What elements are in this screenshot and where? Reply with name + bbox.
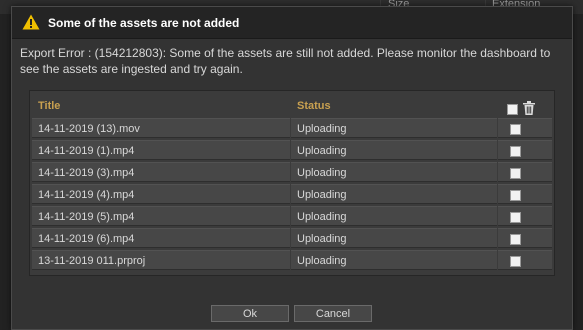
row-title: 14-11-2019 (1).mp4 xyxy=(32,140,290,160)
table-row: 14-11-2019 (3).mp4 Uploading xyxy=(30,161,554,183)
table-row: 14-11-2019 (1).mp4 Uploading xyxy=(30,139,554,161)
row-checkbox-cell xyxy=(498,184,552,204)
column-header-title: Title xyxy=(38,100,61,112)
select-all-checkbox[interactable] xyxy=(507,104,518,115)
row-title: 14-11-2019 (3).mp4 xyxy=(32,162,290,182)
dialog-titlebar: Some of the assets are not added xyxy=(12,7,572,39)
error-dialog: Some of the assets are not added Export … xyxy=(11,6,573,330)
row-status: Uploading xyxy=(291,250,497,270)
error-message: Export Error : (154212803): Some of the … xyxy=(20,46,551,76)
row-status: Uploading xyxy=(291,162,497,182)
row-checkbox-cell xyxy=(498,228,552,248)
table-row: 14-11-2019 (4).mp4 Uploading xyxy=(30,183,554,205)
row-checkbox[interactable] xyxy=(510,212,521,223)
row-title: 13-11-2019 011.prproj xyxy=(32,250,290,270)
row-status: Uploading xyxy=(291,228,497,248)
table-header-row: Title Status xyxy=(30,95,554,117)
dialog-title: Some of the assets are not added xyxy=(48,16,240,30)
row-checkbox-cell xyxy=(498,206,552,226)
row-status: Uploading xyxy=(291,206,497,226)
row-status: Uploading xyxy=(291,140,497,160)
trash-icon[interactable] xyxy=(523,101,535,115)
assets-table: Title Status 14-11-2019 (13).mov Uploadi… xyxy=(29,90,555,276)
table-row: 14-11-2019 (13).mov Uploading xyxy=(30,117,554,139)
row-checkbox[interactable] xyxy=(510,124,521,135)
row-checkbox[interactable] xyxy=(510,146,521,157)
row-checkbox-cell xyxy=(498,250,552,270)
cancel-button[interactable]: Cancel xyxy=(294,305,372,322)
row-checkbox-cell xyxy=(498,118,552,138)
table-row: 14-11-2019 (5).mp4 Uploading xyxy=(30,205,554,227)
table-row: 14-11-2019 (6).mp4 Uploading xyxy=(30,227,554,249)
column-header-status: Status xyxy=(297,100,331,112)
warning-icon xyxy=(22,14,40,30)
row-checkbox[interactable] xyxy=(510,168,521,179)
row-checkbox[interactable] xyxy=(510,256,521,267)
row-status: Uploading xyxy=(291,118,497,138)
row-checkbox[interactable] xyxy=(510,190,521,201)
row-title: 14-11-2019 (4).mp4 xyxy=(32,184,290,204)
row-checkbox-cell xyxy=(498,162,552,182)
row-checkbox-cell xyxy=(498,140,552,160)
row-title: 14-11-2019 (13).mov xyxy=(32,118,290,138)
row-title: 14-11-2019 (5).mp4 xyxy=(32,206,290,226)
ok-button[interactable]: Ok xyxy=(211,305,289,322)
row-status: Uploading xyxy=(291,184,497,204)
row-title: 14-11-2019 (6).mp4 xyxy=(32,228,290,248)
table-row: 13-11-2019 011.prproj Uploading xyxy=(30,249,554,271)
row-checkbox[interactable] xyxy=(510,234,521,245)
